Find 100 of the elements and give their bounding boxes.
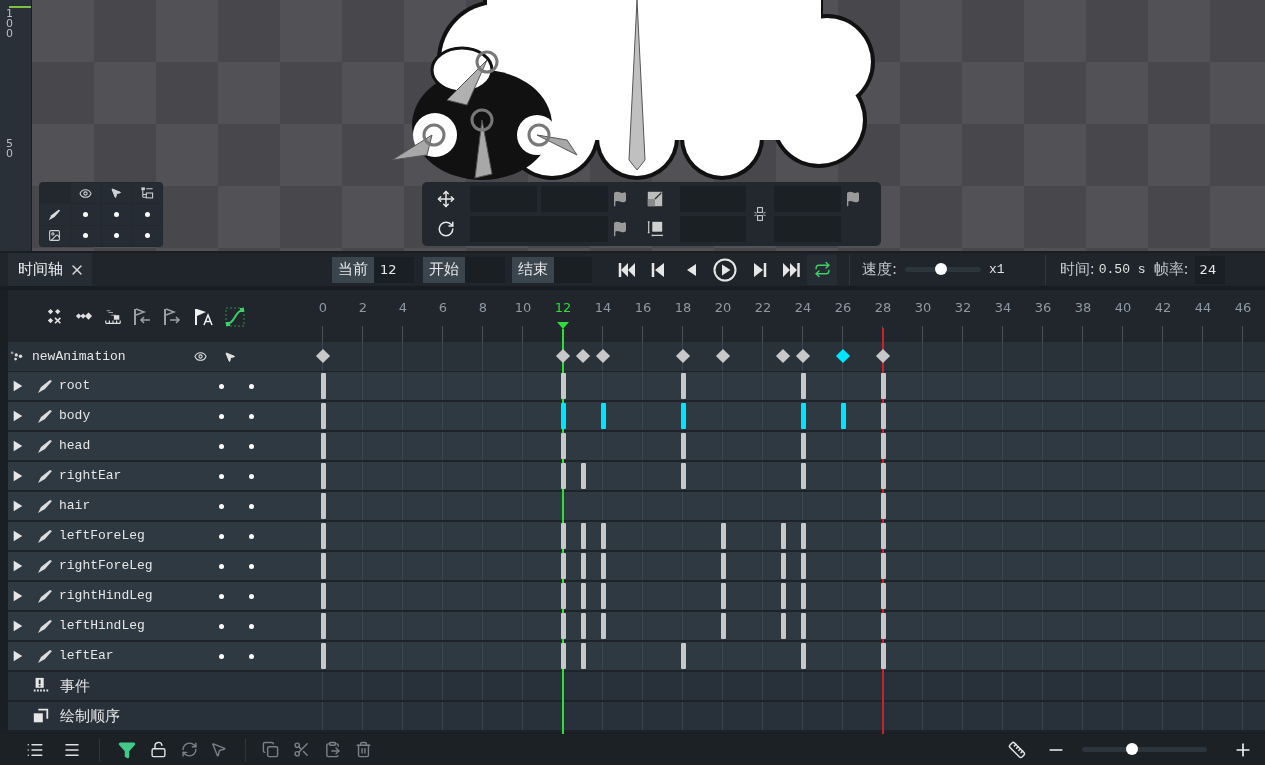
eye-icon[interactable] (79, 186, 93, 200)
key-frame[interactable] (720, 613, 726, 639)
key-frame[interactable] (800, 463, 806, 489)
bone-row[interactable]: body (8, 402, 310, 432)
key-frame[interactable] (560, 373, 566, 399)
cut-icon[interactable] (293, 741, 310, 758)
image-icon[interactable] (48, 229, 62, 243)
hierarchy-icon[interactable] (140, 186, 155, 201)
bone-name[interactable]: root (59, 376, 215, 396)
key-frame[interactable] (560, 613, 566, 639)
key-frame[interactable] (680, 463, 686, 489)
key-frame[interactable] (800, 433, 806, 459)
bone-name[interactable]: leftForeLeg (59, 526, 215, 546)
key-frame[interactable] (720, 583, 726, 609)
key-frame[interactable] (780, 583, 786, 609)
key-frame[interactable] (600, 523, 606, 549)
key-frame[interactable] (320, 613, 326, 639)
bone-name[interactable]: leftHindLeg (59, 616, 215, 636)
flag-icon[interactable] (612, 221, 628, 238)
key-frame[interactable] (880, 553, 886, 579)
key-frame[interactable] (880, 463, 886, 489)
key-frame[interactable] (320, 583, 326, 609)
flag-right-icon[interactable] (162, 307, 182, 327)
key-frame[interactable] (320, 433, 326, 459)
key-frame[interactable] (880, 643, 886, 669)
timeline-tab[interactable]: 时间轴 (8, 253, 92, 286)
key-frame[interactable] (880, 583, 886, 609)
key-frame[interactable] (800, 613, 806, 639)
key-frame[interactable] (680, 403, 686, 429)
end-frame-field[interactable] (554, 256, 592, 283)
delete-icon[interactable] (355, 741, 372, 758)
key-frame[interactable] (320, 463, 326, 489)
sync-icon[interactable] (181, 741, 198, 758)
key-frame[interactable] (320, 373, 326, 399)
paste-icon[interactable] (324, 741, 341, 758)
slider-thumb[interactable] (934, 263, 947, 275)
track-label[interactable]: 事件 (60, 674, 90, 698)
key-frame[interactable] (560, 643, 566, 669)
filter-toggle[interactable] (118, 740, 136, 759)
key-frame[interactable] (560, 523, 566, 549)
key-frame[interactable] (720, 553, 726, 579)
key-frame[interactable] (580, 643, 586, 669)
cursor-icon[interactable] (224, 350, 236, 363)
bone-row[interactable]: leftEar (8, 642, 310, 672)
key-frame[interactable] (560, 403, 566, 429)
key-frame[interactable] (320, 553, 326, 579)
loop-toggle[interactable] (807, 254, 837, 285)
key-frame[interactable] (680, 373, 686, 399)
key-frame[interactable] (580, 553, 586, 579)
key-frame[interactable] (560, 433, 566, 459)
key-frame[interactable] (880, 523, 886, 549)
key-frame[interactable] (560, 553, 566, 579)
bone-name[interactable]: head (59, 436, 215, 456)
key-frame[interactable] (800, 643, 806, 669)
eye-icon[interactable] (194, 350, 207, 363)
move-icon[interactable] (437, 189, 455, 208)
key-frame[interactable] (880, 493, 886, 519)
key-frame[interactable] (320, 523, 326, 549)
link-icon[interactable] (752, 205, 768, 223)
key-frame[interactable] (840, 403, 846, 429)
ruler-icon[interactable] (1008, 740, 1026, 759)
bone-row[interactable]: rightHindLeg (8, 582, 310, 612)
key-frame[interactable] (880, 613, 886, 639)
bone-row[interactable]: hair (8, 492, 310, 522)
key-frame[interactable] (580, 523, 586, 549)
key-frame[interactable] (780, 613, 786, 639)
key-frame[interactable] (320, 493, 326, 519)
slider-thumb[interactable] (1126, 743, 1138, 755)
fps-field[interactable]: 24 (1194, 255, 1225, 284)
key-frame[interactable] (800, 403, 806, 429)
key-frame[interactable] (580, 613, 586, 639)
key-frame[interactable] (560, 583, 566, 609)
key-frame[interactable] (720, 523, 726, 549)
key-frame[interactable] (600, 403, 606, 429)
key-frame[interactable] (880, 373, 886, 399)
flag-icon[interactable] (612, 190, 628, 207)
key-frame[interactable] (580, 583, 586, 609)
cursor-icon[interactable] (110, 187, 123, 200)
graph-toggle[interactable] (224, 306, 246, 328)
play-icon[interactable] (713, 257, 737, 282)
bone-name[interactable]: rightForeLeg (59, 556, 215, 576)
playhead-handle[interactable] (557, 322, 569, 329)
size-icon[interactable] (646, 220, 664, 239)
bone-row[interactable]: leftForeLeg (8, 522, 310, 552)
key-frame[interactable] (780, 523, 786, 549)
flag-icon[interactable] (845, 190, 861, 207)
track-label[interactable]: 绘制顺序 (60, 704, 120, 728)
bone-name[interactable]: rightEar (59, 466, 215, 486)
unlock-icon[interactable] (150, 741, 167, 758)
bone-name[interactable]: leftEar (59, 646, 215, 666)
key-frame[interactable] (800, 373, 806, 399)
key-frame[interactable] (320, 403, 326, 429)
bone-row[interactable]: rightEar (8, 462, 310, 492)
flag-left-icon[interactable] (132, 307, 152, 327)
key-frame[interactable] (680, 433, 686, 459)
onion-skin-icon[interactable] (104, 308, 122, 326)
scale-icon[interactable] (646, 189, 664, 208)
bone-name[interactable]: rightHindLeg (59, 586, 215, 606)
key-frame[interactable] (580, 463, 586, 489)
key-frame[interactable] (560, 463, 566, 489)
